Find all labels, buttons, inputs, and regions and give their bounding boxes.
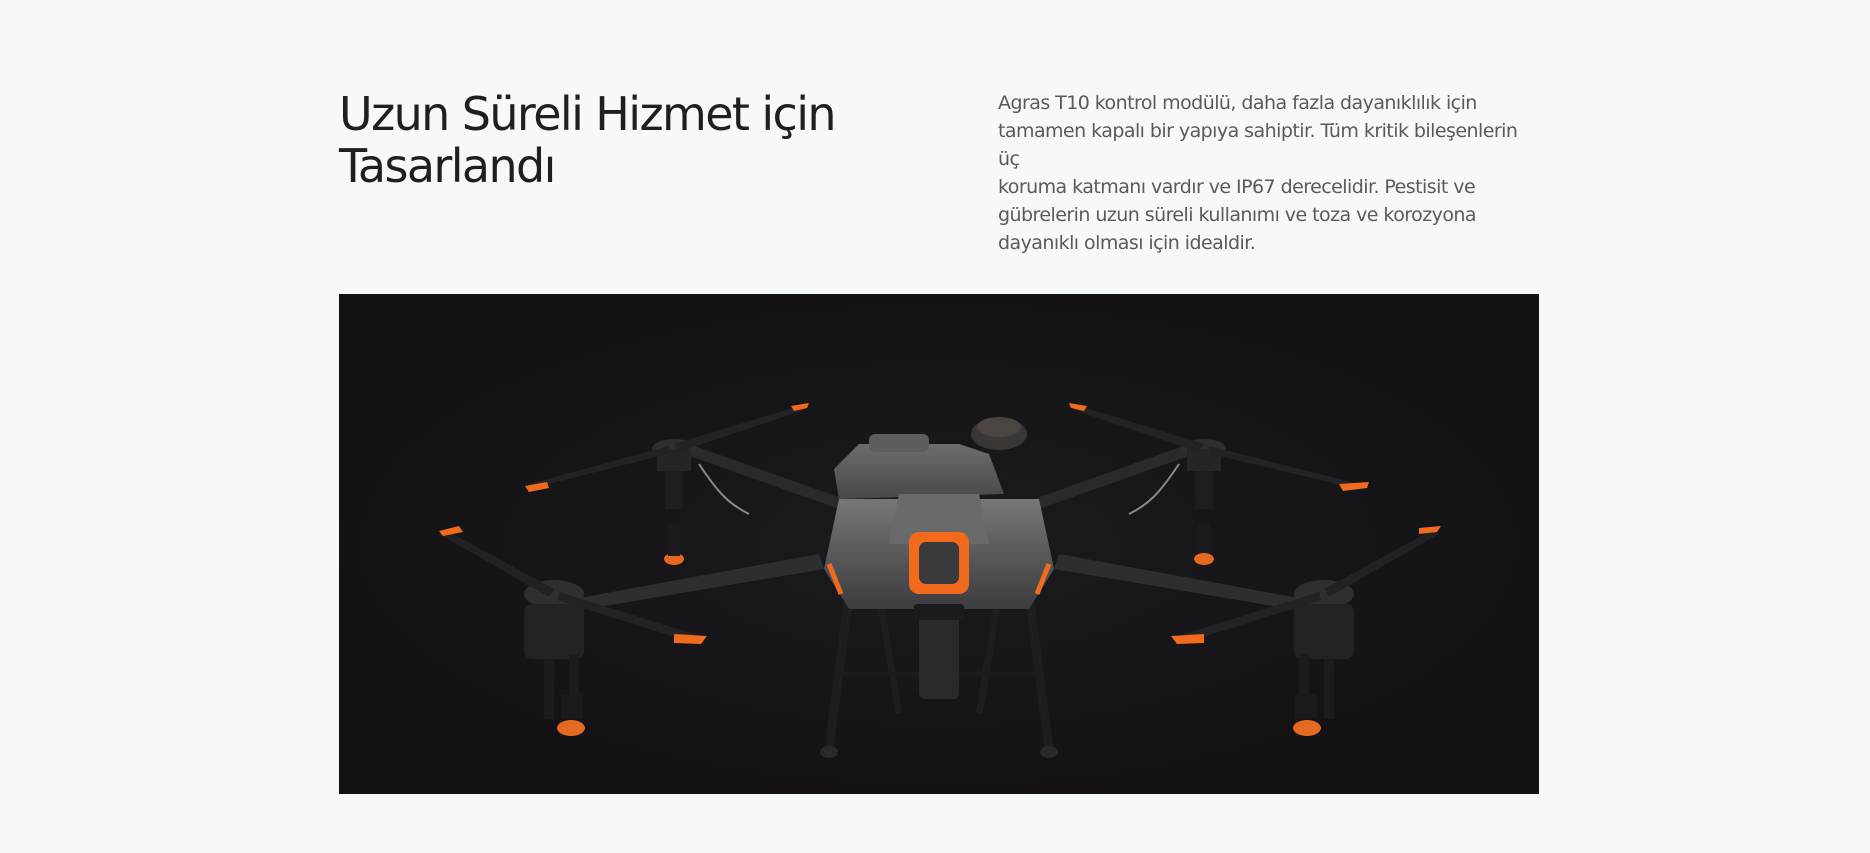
drone-image [339,294,1539,794]
drone-body [824,494,1054,620]
description-line-5: dayanıklı olması için idealdir. [998,232,1256,254]
description-line-4: gübrelerin uzun süreli kullanımı ve toza… [998,204,1477,226]
section-description: Agras T10 kontrol modülü, daha fazla day… [998,89,1543,257]
feature-section: Uzun Süreli Hizmet için Tasarlandı Agras… [0,0,1870,853]
heading-line-2: Tasarlandı [339,139,556,193]
description-line-2: tamamen kapalı bir yapıya sahiptir. Tüm … [998,120,1518,170]
section-heading: Uzun Süreli Hizmet için Tasarlandı [339,88,899,192]
description-line-3: koruma katmanı vardır ve IP67 derecelidi… [998,176,1476,198]
drone-illustration [339,294,1539,794]
heading-line-1: Uzun Süreli Hizmet için [339,87,837,141]
description-line-1: Agras T10 kontrol modülü, daha fazla day… [998,92,1477,114]
